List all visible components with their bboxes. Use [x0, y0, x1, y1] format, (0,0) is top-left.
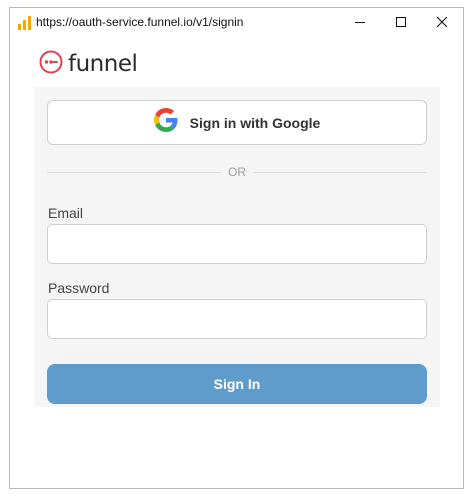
- brand-name: funnel: [68, 51, 138, 77]
- signin-panel: Sign in with Google OR Email Password Si…: [34, 87, 440, 407]
- funnel-logo-icon: [39, 50, 63, 79]
- sign-in-button[interactable]: Sign In: [47, 364, 427, 404]
- divider-line: [47, 172, 221, 173]
- or-divider: OR: [47, 165, 427, 179]
- browser-window: https://oauth-service.funnel.io/v1/signi…: [9, 7, 464, 489]
- password-field[interactable]: [47, 299, 427, 339]
- minimize-button[interactable]: [339, 8, 381, 38]
- password-label: Password: [48, 280, 110, 296]
- minimize-icon: [355, 14, 365, 32]
- maximize-button[interactable]: [380, 8, 422, 38]
- bar-chart-icon: [18, 16, 31, 30]
- google-signin-button[interactable]: Sign in with Google: [47, 100, 427, 145]
- maximize-icon: [396, 14, 406, 32]
- funnel-logo: funnel: [39, 49, 138, 79]
- title-bar: https://oauth-service.funnel.io/v1/signi…: [10, 8, 463, 38]
- google-g-icon: [153, 108, 178, 137]
- google-signin-label: Sign in with Google: [189, 114, 321, 131]
- close-icon: [436, 14, 448, 32]
- close-button[interactable]: [421, 8, 463, 38]
- email-field[interactable]: [47, 224, 427, 264]
- window-url: https://oauth-service.funnel.io/v1/signi…: [36, 15, 244, 29]
- or-text: OR: [228, 165, 246, 179]
- email-label: Email: [48, 205, 84, 221]
- divider-line: [253, 172, 427, 173]
